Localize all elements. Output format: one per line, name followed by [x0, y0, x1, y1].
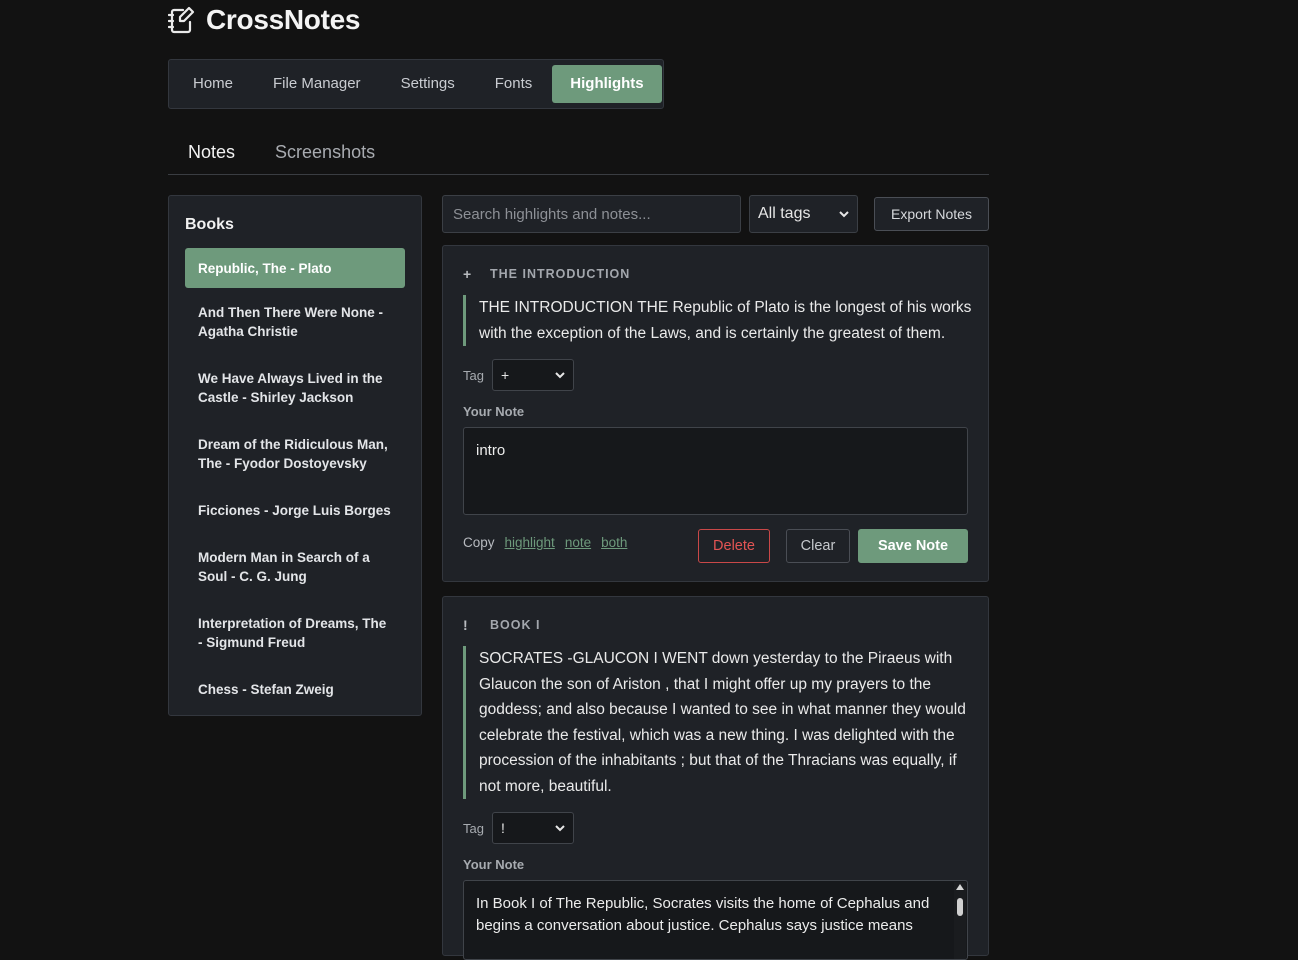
search-input[interactable]	[442, 195, 741, 233]
note-textarea[interactable]: In Book I of The Republic, Socrates visi…	[463, 880, 968, 960]
copy-note-link[interactable]: note	[565, 535, 591, 550]
nav-settings[interactable]: Settings	[381, 65, 475, 103]
highlight-header: + THE INTRODUCTION	[463, 266, 630, 282]
save-note-button[interactable]: Save Note	[858, 529, 968, 563]
main-nav: Home File Manager Settings Fonts Highlig…	[168, 59, 664, 109]
nav-highlights[interactable]: Highlights	[552, 65, 662, 103]
tag-select[interactable]: +	[492, 359, 574, 391]
scroll-up-arrow-icon[interactable]	[956, 884, 964, 890]
tag-filter-select[interactable]: All tags	[749, 195, 858, 233]
book-item-republic[interactable]: Republic, The - Plato	[185, 248, 405, 288]
book-item-interpretation-dreams[interactable]: Interpretation of Dreams, The - Sigmund …	[185, 603, 405, 663]
highlight-card: + THE INTRODUCTION THE INTRODUCTION THE …	[442, 245, 989, 582]
chevron-down-icon	[555, 372, 565, 379]
scroll-thumb[interactable]	[957, 898, 963, 916]
highlight-header: ! BOOK I	[463, 617, 540, 633]
plus-icon: +	[463, 266, 472, 282]
note-scrollbar[interactable]	[954, 882, 966, 959]
note-label: Your Note	[463, 404, 525, 419]
nav-file-manager[interactable]: File Manager	[253, 65, 381, 103]
copy-both-link[interactable]: both	[601, 535, 627, 550]
exclamation-icon: !	[463, 617, 468, 633]
nav-home[interactable]: Home	[173, 65, 253, 103]
export-notes-button[interactable]: Export Notes	[874, 197, 989, 231]
highlight-quote: SOCRATES -GLAUCON I WENT down yesterday …	[463, 646, 973, 799]
tab-notes[interactable]: Notes	[168, 132, 255, 175]
book-item-ficciones[interactable]: Ficciones - Jorge Luis Borges	[185, 490, 405, 531]
notebook-pen-icon	[168, 6, 195, 34]
clear-button[interactable]: Clear	[786, 529, 850, 563]
highlight-heading: THE INTRODUCTION	[490, 267, 631, 281]
chevron-down-icon	[839, 211, 849, 218]
brand[interactable]: CrossNotes	[168, 2, 360, 38]
book-item-we-have-always-lived[interactable]: We Have Always Lived in the Castle - Shi…	[185, 358, 405, 418]
copy-highlight-link[interactable]: highlight	[505, 535, 555, 550]
tag-select-value: +	[501, 367, 510, 383]
tab-screenshots[interactable]: Screenshots	[255, 132, 395, 175]
book-item-dream-ridiculous-man[interactable]: Dream of the Ridiculous Man, The - Fyodo…	[185, 424, 405, 484]
highlight-card: ! BOOK I SOCRATES -GLAUCON I WENT down y…	[442, 596, 989, 960]
note-text: In Book I of The Republic, Socrates visi…	[476, 895, 930, 934]
highlight-quote: THE INTRODUCTION THE Republic of Plato i…	[463, 295, 973, 346]
tag-select-value: !	[501, 820, 505, 836]
chevron-down-icon	[555, 825, 565, 832]
view-tabs: Notes Screenshots	[168, 132, 989, 175]
books-panel: Books Republic, The - Plato And Then The…	[168, 195, 422, 716]
nav-fonts[interactable]: Fonts	[475, 65, 553, 103]
tag-filter-value: All tags	[758, 205, 811, 222]
highlight-heading: BOOK I	[490, 618, 541, 632]
book-item-modern-man[interactable]: Modern Man in Search of a Soul - C. G. J…	[185, 537, 405, 597]
copy-label: Copy	[463, 535, 495, 550]
delete-button[interactable]: Delete	[698, 529, 770, 563]
tag-label: Tag	[463, 821, 484, 836]
tag-select[interactable]: !	[492, 812, 574, 844]
note-textarea[interactable]: intro	[463, 427, 968, 515]
copy-row: Copy highlight note both	[463, 535, 627, 550]
book-item-and-then-there-were-none[interactable]: And Then There Were None - Agatha Christ…	[185, 292, 405, 352]
note-label: Your Note	[463, 857, 525, 872]
app-title: CrossNotes	[206, 4, 361, 35]
book-item-chess[interactable]: Chess - Stefan Zweig	[185, 669, 405, 710]
books-heading: Books	[185, 216, 234, 233]
tag-label: Tag	[463, 368, 484, 383]
